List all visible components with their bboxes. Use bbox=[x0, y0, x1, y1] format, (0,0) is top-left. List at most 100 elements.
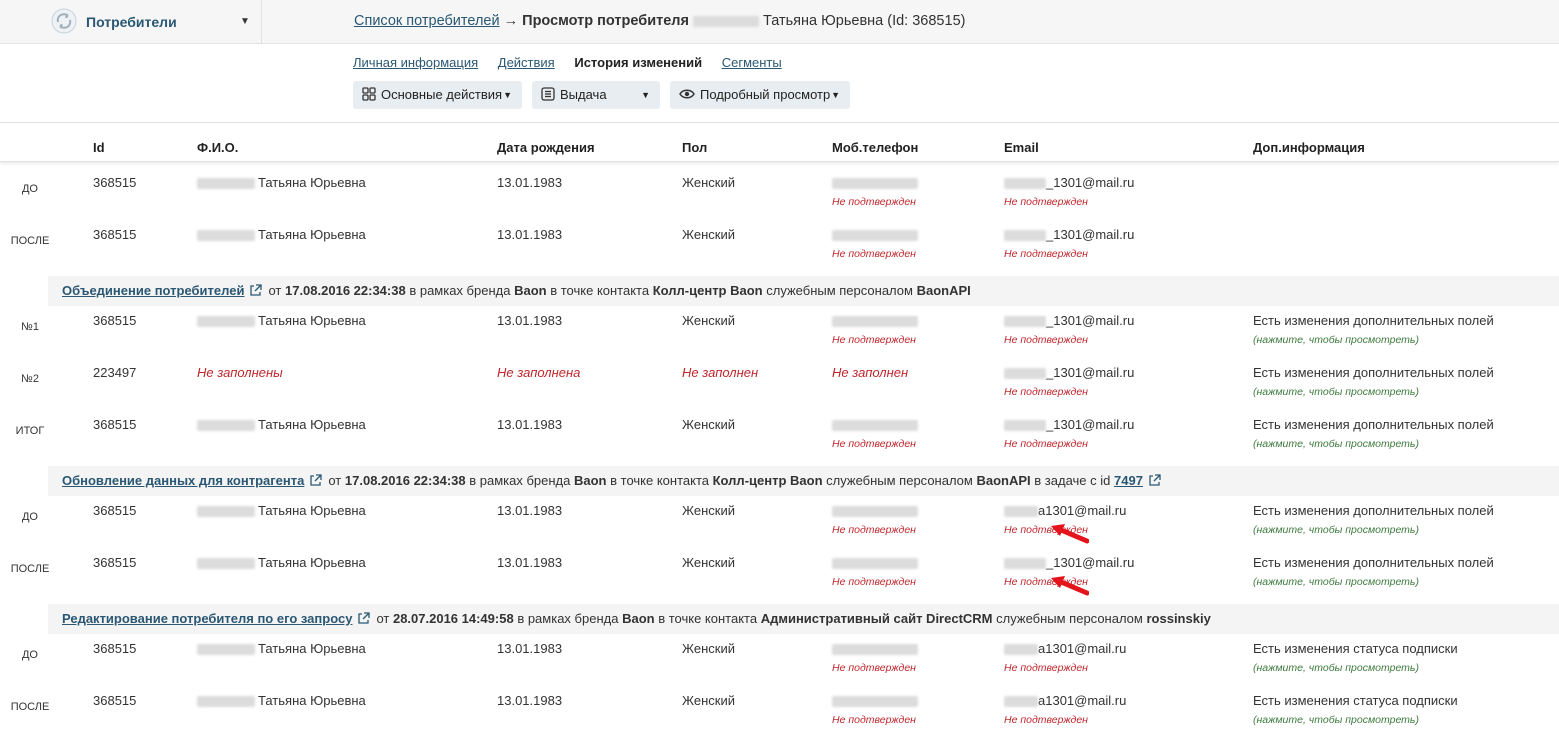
column-email: Email bbox=[1004, 140, 1039, 155]
cell-name: Татьяна Юрьевна bbox=[197, 693, 366, 708]
cell-birth-date: 13.01.1983 bbox=[497, 503, 563, 518]
redacted-email-prefix bbox=[1004, 644, 1038, 656]
extra-info-hint[interactable]: (нажмите, чтобы просмотреть) bbox=[1253, 334, 1419, 346]
section-title: Потребители bbox=[86, 14, 177, 30]
cell-email: a1301@mail.ru bbox=[1004, 503, 1126, 518]
eye-icon bbox=[679, 89, 695, 99]
cell-extra-info[interactable]: Есть изменения дополнительных полей bbox=[1253, 313, 1494, 328]
event-title-link[interactable]: Редактирование потребителя по его запрос… bbox=[62, 611, 352, 626]
external-link-icon[interactable] bbox=[309, 474, 323, 487]
event-date: 17.08.2016 22:34:38 bbox=[344, 473, 466, 488]
cell-extra-info[interactable]: Есть изменения дополнительных полей bbox=[1253, 555, 1494, 570]
cell-email: a1301@mail.ru bbox=[1004, 641, 1126, 656]
detailed-view-button[interactable]: Подробный просмотр ▼ bbox=[670, 81, 850, 109]
table-row: ДО 368515 Татьяна Юрьевна 13.01.1983 Жен… bbox=[0, 164, 1559, 216]
cell-name: Татьяна Юрьевна bbox=[197, 175, 366, 190]
event-date: 28.07.2016 14:49:58 bbox=[392, 611, 514, 626]
caret-down-icon[interactable]: ▼ bbox=[240, 16, 250, 27]
refresh-logo-icon bbox=[51, 8, 77, 34]
event-staff: BaonAPI bbox=[976, 473, 1031, 488]
extra-info-hint[interactable]: (нажмите, чтобы просмотреть) bbox=[1253, 714, 1419, 726]
extra-info-hint[interactable]: (нажмите, чтобы просмотреть) bbox=[1253, 386, 1419, 398]
external-link-icon[interactable] bbox=[357, 612, 371, 625]
cell-extra-info[interactable]: Есть изменения дополнительных полей bbox=[1253, 417, 1494, 432]
cell-gender: Не заполнен bbox=[682, 365, 759, 380]
cell-gender: Женский bbox=[682, 175, 735, 190]
column-name: Ф.И.О. bbox=[197, 140, 239, 155]
cell-birth-date: 13.01.1983 bbox=[497, 175, 563, 190]
cell-id: 368515 bbox=[93, 417, 137, 432]
main-actions-button[interactable]: Основные действия ▼ bbox=[353, 81, 522, 109]
email-status: Не подтвержден bbox=[1004, 386, 1088, 398]
cell-id: 368515 bbox=[93, 503, 137, 518]
redacted-surname bbox=[197, 178, 255, 190]
cell-email: _1301@mail.ru bbox=[1004, 417, 1134, 432]
cell-email: _1301@mail.ru bbox=[1004, 313, 1134, 328]
main-actions-label: Основные действия bbox=[381, 87, 503, 102]
cell-phone bbox=[832, 693, 918, 708]
caret-down-icon: ▼ bbox=[831, 90, 840, 100]
event-point: Колл-центр Baon bbox=[712, 473, 823, 488]
cell-extra-info[interactable]: Есть изменения статуса подписки bbox=[1253, 693, 1458, 708]
extra-info-hint[interactable]: (нажмите, чтобы просмотреть) bbox=[1253, 438, 1419, 450]
redacted-surname bbox=[197, 696, 255, 708]
event-title-link[interactable]: Объединение потребителей bbox=[62, 283, 244, 298]
section-selector[interactable]: Потребители ▼ bbox=[0, 0, 262, 43]
cell-gender: Женский bbox=[682, 641, 735, 656]
cell-extra-info[interactable]: Есть изменения статуса подписки bbox=[1253, 641, 1458, 656]
cell-extra-info[interactable]: Есть изменения дополнительных полей bbox=[1253, 503, 1494, 518]
tab-segments[interactable]: Сегменты bbox=[722, 55, 782, 70]
extra-info-hint[interactable]: (нажмите, чтобы просмотреть) bbox=[1253, 662, 1419, 674]
row-label: №2 bbox=[21, 373, 39, 385]
cell-birth-date: Не заполнена bbox=[497, 365, 581, 380]
cell-birth-date: 13.01.1983 bbox=[497, 555, 563, 570]
tab-history[interactable]: История изменений bbox=[574, 55, 702, 70]
cell-phone bbox=[832, 175, 918, 190]
row-label: №1 bbox=[21, 321, 39, 333]
cell-id: 368515 bbox=[93, 693, 137, 708]
cell-phone bbox=[832, 503, 918, 518]
extra-info-hint[interactable]: (нажмите, чтобы просмотреть) bbox=[1253, 524, 1419, 536]
caret-down-icon: ▼ bbox=[503, 90, 512, 100]
column-gender: Пол bbox=[682, 140, 708, 155]
redacted-email-prefix bbox=[1004, 230, 1046, 242]
cell-gender: Женский bbox=[682, 693, 735, 708]
phone-status: Не подтвержден bbox=[832, 524, 916, 536]
email-status: Не подтвержден bbox=[1004, 248, 1088, 260]
cell-phone: Не заполнен bbox=[832, 365, 909, 380]
tab-actions[interactable]: Действия bbox=[498, 55, 555, 70]
external-link-icon[interactable] bbox=[1148, 474, 1161, 487]
breadcrumb-consumers-link[interactable]: Список потребителей bbox=[354, 13, 500, 29]
breadcrumb-current: Просмотр потребителя bbox=[522, 13, 689, 29]
event-title-link[interactable]: Обновление данных для контрагента bbox=[62, 473, 304, 488]
column-phone: Моб.телефон bbox=[832, 140, 919, 155]
table-row: №2 223497 Не заполнены Не заполнена Не з… bbox=[0, 354, 1559, 406]
grid-icon bbox=[362, 87, 376, 101]
extra-info-hint[interactable]: (нажмите, чтобы просмотреть) bbox=[1253, 576, 1419, 588]
phone-status: Не подтвержден bbox=[832, 714, 916, 726]
cell-phone bbox=[832, 555, 918, 570]
redacted-email-prefix bbox=[1004, 178, 1046, 190]
phone-status: Не подтвержден bbox=[832, 334, 916, 346]
redacted-email-prefix bbox=[1004, 368, 1046, 380]
cell-gender: Женский bbox=[682, 555, 735, 570]
column-birth-date: Дата рождения bbox=[497, 140, 595, 155]
row-label: ИТОГ bbox=[15, 425, 45, 437]
external-link-icon[interactable] bbox=[249, 284, 263, 297]
issue-button[interactable]: Выдача ▼ bbox=[532, 81, 660, 109]
cell-id: 368515 bbox=[93, 555, 137, 570]
redacted-surname bbox=[197, 644, 255, 656]
caret-down-icon: ▼ bbox=[641, 90, 650, 100]
redacted-email-prefix bbox=[1004, 506, 1038, 518]
cell-extra-info[interactable]: Есть изменения дополнительных полей bbox=[1253, 365, 1494, 380]
redacted-surname bbox=[693, 15, 759, 27]
row-label: ДО bbox=[21, 183, 38, 195]
task-id-link[interactable]: 7497 bbox=[1114, 473, 1143, 488]
breadcrumb-person: Татьяна Юрьевна (Id: 368515) bbox=[763, 13, 966, 29]
phone-status: Не подтвержден bbox=[832, 438, 916, 450]
redacted-phone bbox=[832, 506, 918, 518]
cell-email: a1301@mail.ru bbox=[1004, 693, 1126, 708]
tab-personal-info[interactable]: Личная информация bbox=[353, 55, 478, 70]
cell-birth-date: 13.01.1983 bbox=[497, 693, 563, 708]
cell-gender: Женский bbox=[682, 417, 735, 432]
